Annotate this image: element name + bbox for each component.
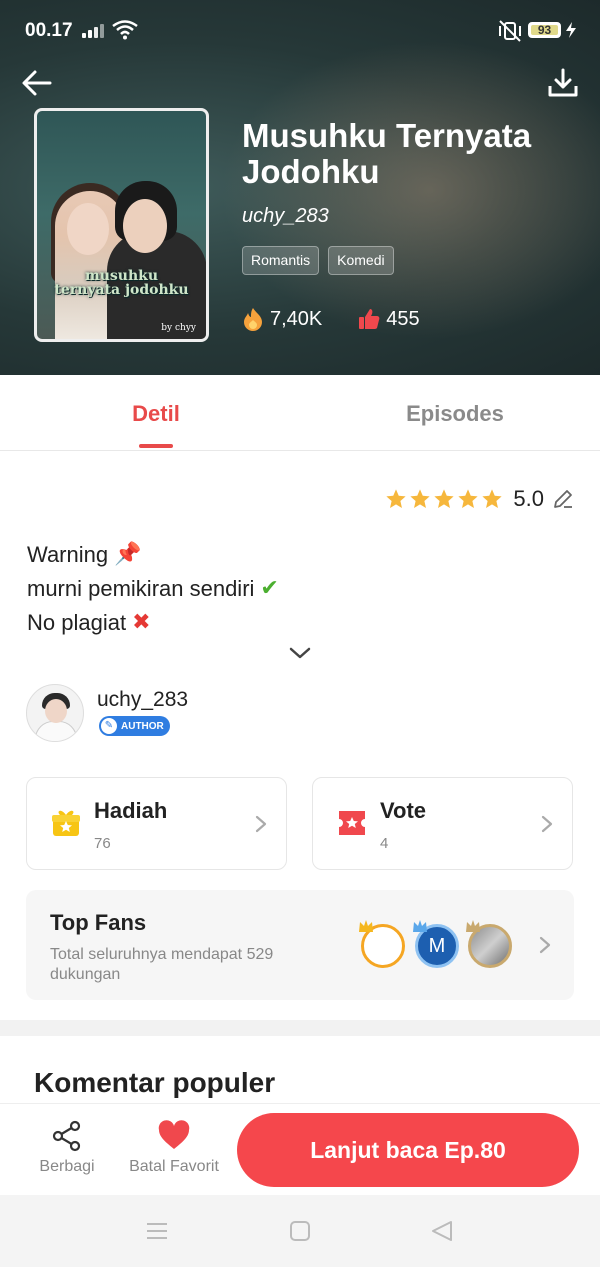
continue-reading-button[interactable]: Lanjut baca Ep.80	[237, 1113, 579, 1187]
tag-romantis[interactable]: Romantis	[242, 246, 320, 275]
genre-tags: Romantis Komedi	[242, 246, 394, 275]
fan-avatar	[359, 920, 405, 968]
status-time: 00.17	[25, 20, 73, 41]
cross-mark-icon: ✖	[132, 610, 151, 635]
header-background	[220, 40, 600, 340]
wifi-icon	[112, 20, 138, 40]
edit-pencil-icon[interactable]	[552, 488, 574, 510]
crown-icon	[466, 920, 480, 932]
home-icon[interactable]	[288, 1219, 312, 1243]
cover-title: musuhku ternyata jodohku	[54, 268, 189, 298]
back-triangle-icon[interactable]	[430, 1219, 454, 1243]
favorite-label: Batal Favorit	[129, 1158, 219, 1175]
thumbs-up-icon	[359, 309, 380, 329]
rating[interactable]: 5.0	[385, 486, 574, 512]
active-tab-indicator	[139, 444, 173, 448]
fan-avatar: M	[413, 920, 459, 968]
description: Warning 📌 murni pemikiran sendiri ✔ No pla…	[27, 538, 279, 640]
download-icon[interactable]	[546, 66, 580, 100]
top-fans-subtitle: Total seluruhnya mendapat 529 dukungan	[50, 946, 274, 983]
battery-level: 93	[537, 23, 552, 37]
author-badge: ✎ AUTHOR	[99, 716, 170, 736]
share-label: Berbagi	[39, 1158, 95, 1175]
description-line: No plagiat ✖	[27, 606, 279, 640]
pen-icon: ✎	[101, 718, 117, 734]
likes-count: 455	[386, 307, 420, 330]
back-arrow-icon[interactable]	[20, 66, 54, 100]
check-mark-icon: ✔	[260, 576, 279, 601]
star-icon	[458, 489, 479, 508]
book-title: Musuhku Ternyata Jodohku	[242, 117, 532, 190]
fan-avatar	[466, 920, 512, 968]
chevron-right-icon	[539, 936, 551, 954]
crown-icon	[413, 920, 427, 932]
fire-icon	[244, 308, 262, 331]
likes-stat: 455	[358, 307, 420, 331]
status-bar: 00.17 93	[0, 0, 600, 60]
top-fans-title: Top Fans	[50, 910, 147, 935]
tag-komedi[interactable]: Komedi	[328, 246, 394, 275]
tab-episodes[interactable]: Episodes	[305, 401, 600, 427]
chevron-down-icon[interactable]	[288, 643, 312, 663]
crown-icon	[359, 920, 373, 932]
share-icon	[52, 1120, 81, 1152]
chevron-right-icon	[541, 815, 553, 833]
book-header: 00.17 93 musuhku ternyata jodohku by chy…	[0, 0, 600, 375]
bottom-action-bar: Berbagi Batal Favorit Lanjut baca Ep.80	[0, 1103, 600, 1195]
pushpin-icon: 📌	[114, 542, 142, 567]
author-avatar[interactable]	[26, 684, 84, 742]
description-line: Warning 📌	[27, 538, 279, 572]
system-nav-bar	[0, 1195, 600, 1267]
vote-title: Vote	[380, 798, 427, 823]
vote-count: 4	[380, 835, 389, 852]
book-stats: 7,40K 455	[242, 307, 420, 331]
hadiah-card[interactable]: Hadiah 76	[26, 777, 287, 870]
heart-icon	[158, 1120, 190, 1149]
star-icon	[434, 489, 455, 508]
battery-icon: 93	[528, 22, 561, 38]
vibrate-mute-icon	[499, 20, 521, 42]
detail-tabs: Detil Episodes	[0, 375, 600, 451]
author-name[interactable]: uchy_283	[97, 688, 188, 712]
favorite-button[interactable]: Batal Favorit	[122, 1120, 226, 1176]
description-line: murni pemikiran sendiri ✔	[27, 572, 279, 606]
gift-icon	[52, 810, 80, 836]
section-divider	[0, 1020, 600, 1036]
cover-credit: by chyy	[161, 323, 196, 333]
share-button[interactable]: Berbagi	[27, 1120, 107, 1176]
charging-icon	[566, 22, 576, 38]
vote-card[interactable]: Vote 4	[312, 777, 573, 870]
signal-icon	[82, 22, 104, 38]
tab-detil[interactable]: Detil	[6, 401, 306, 427]
menu-icon[interactable]	[145, 1219, 169, 1243]
star-icon	[482, 489, 503, 508]
fan-initial: M	[428, 935, 446, 957]
hadiah-count: 76	[94, 835, 111, 852]
hadiah-title: Hadiah	[94, 798, 168, 823]
rating-value: 5.0	[513, 486, 544, 511]
book-cover: musuhku ternyata jodohku by chyy	[34, 108, 209, 342]
rating-stars	[385, 488, 503, 510]
star-icon	[386, 489, 407, 508]
ticket-icon	[339, 811, 365, 835]
popular-comments-title: Komentar populer	[34, 1067, 276, 1098]
chevron-right-icon	[255, 815, 267, 833]
views-stat: 7,40K	[242, 307, 322, 331]
top-fans-card[interactable]: Top Fans Total seluruhnya mendapat 529 d…	[26, 890, 574, 1000]
views-count: 7,40K	[270, 307, 323, 330]
star-icon	[410, 489, 431, 508]
book-author[interactable]: uchy_283	[242, 205, 329, 228]
